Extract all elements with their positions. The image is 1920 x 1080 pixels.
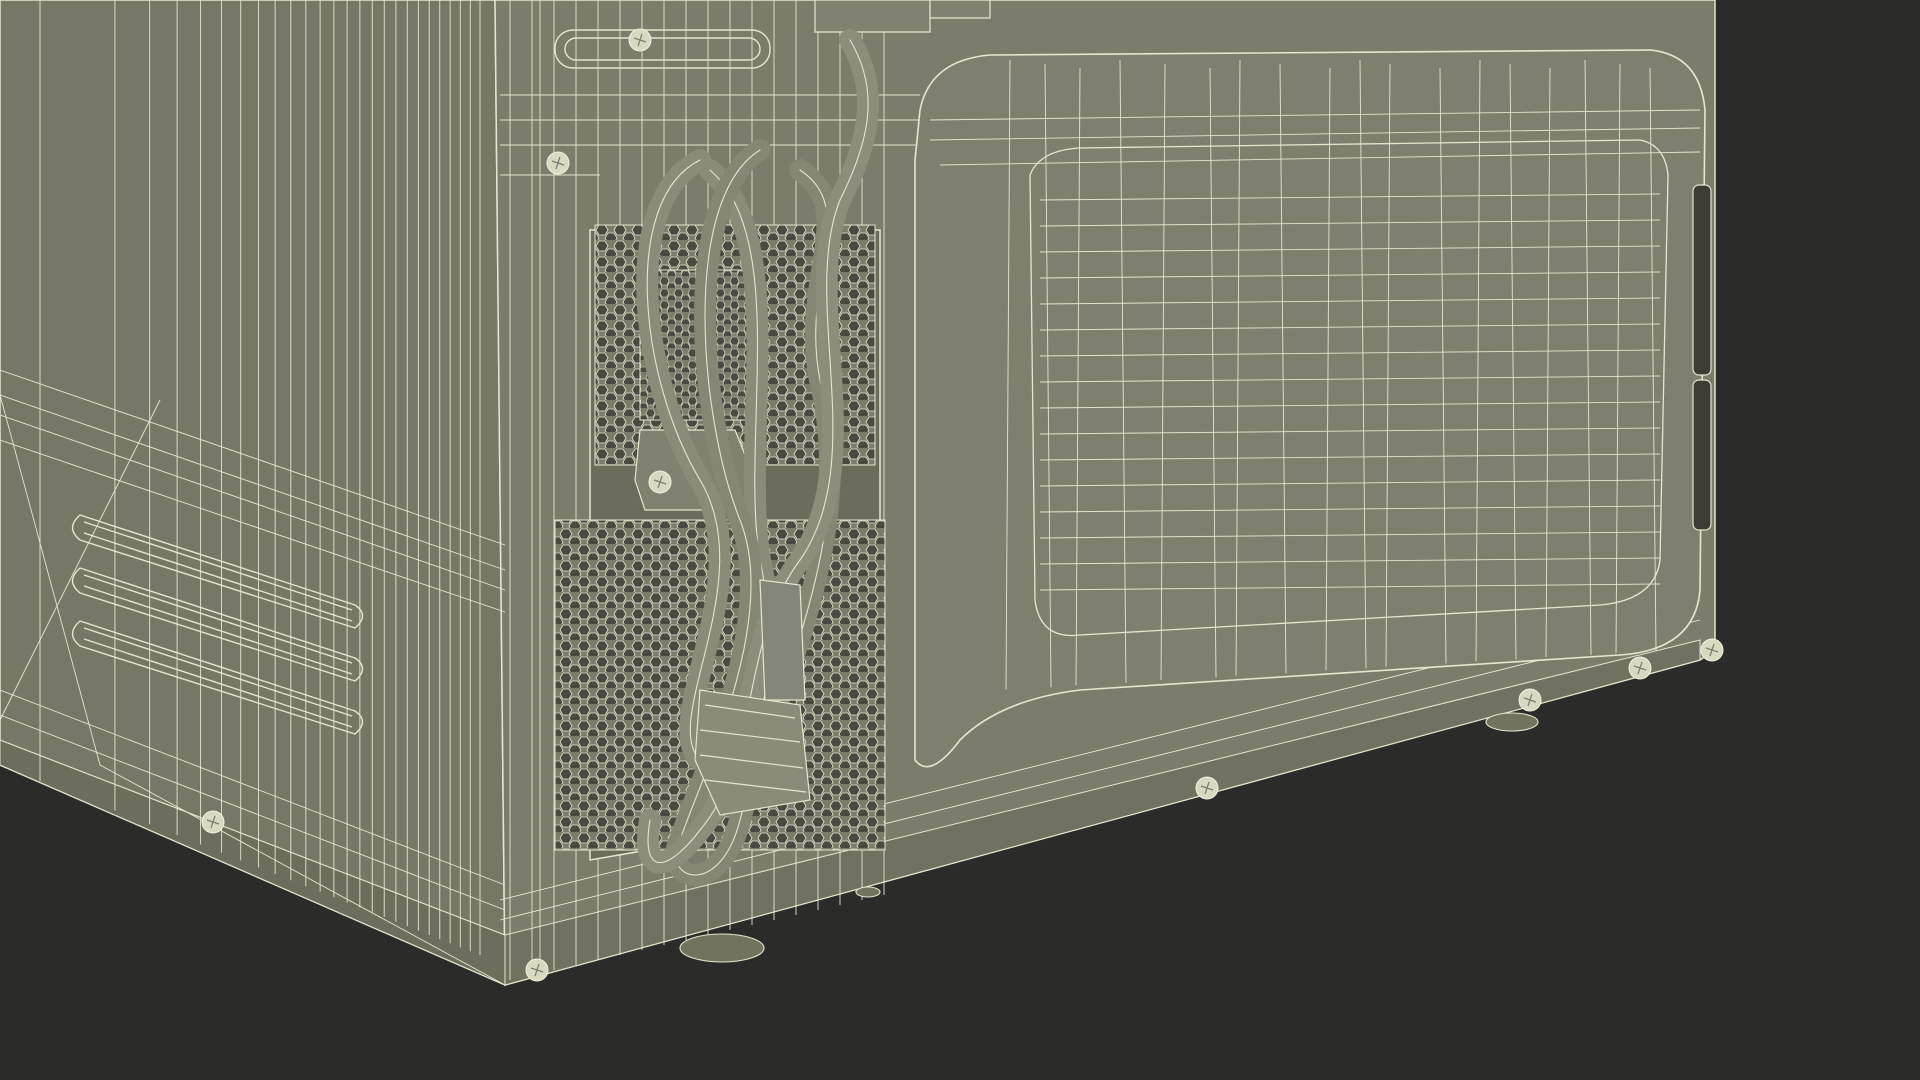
screw (1700, 638, 1724, 662)
right-edge-slots (1692, 184, 1712, 531)
screw (628, 28, 652, 52)
screw (546, 151, 570, 175)
wireframe-render (0, 0, 1920, 1080)
screw (201, 810, 225, 834)
screw (1518, 688, 1542, 712)
screw (1628, 656, 1652, 680)
screw (648, 470, 672, 494)
screw (1195, 776, 1219, 800)
screw (525, 958, 549, 982)
